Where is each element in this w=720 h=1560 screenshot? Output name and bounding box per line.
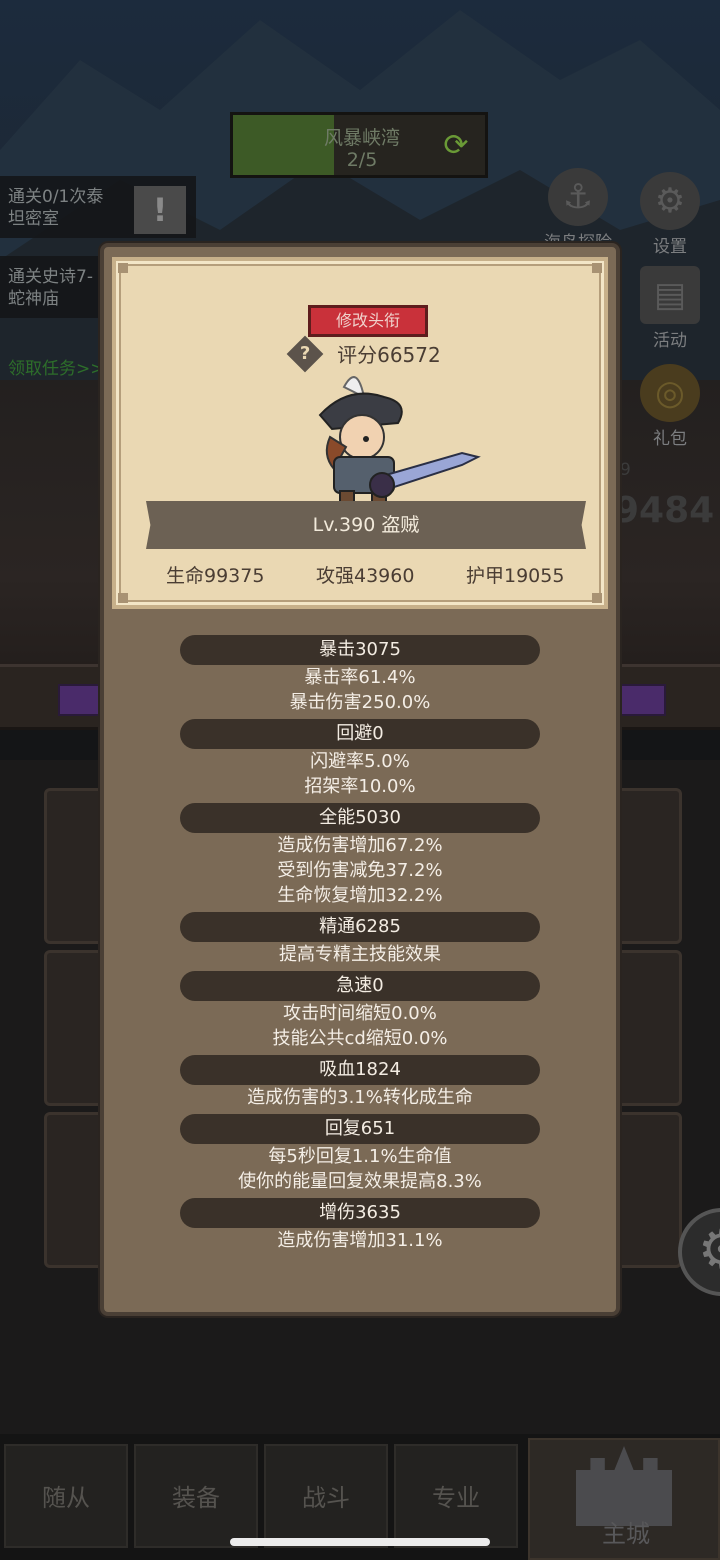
claim-quest-link[interactable]: 领取任务>>: [8, 354, 105, 379]
game-screen: 9 9484 风暴峡湾 2/5 ⟳ 通关0/1次泰 坦密室 ! 通关史诗7- 蛇…: [0, 0, 720, 1560]
nav-main-city-label: 主城: [602, 1520, 650, 1548]
nav-battle[interactable]: 战斗: [264, 1444, 388, 1548]
help-symbol: ?: [299, 342, 311, 364]
attribute-detail: 技能公共cd缩短0.0%: [272, 1028, 448, 1049]
attribute-detail: 暴击伤害250.0%: [289, 692, 431, 713]
attribute-detail: 造成伤害增加67.2%: [277, 835, 443, 856]
attribute-header: 回复651: [180, 1114, 540, 1144]
stage-progress-box[interactable]: 风暴峡湾 2/5 ⟳: [230, 112, 488, 178]
scroll-icon: ▤: [640, 266, 700, 324]
gift-label: 礼包: [653, 429, 687, 449]
refresh-icon[interactable]: ⟳: [439, 129, 473, 163]
hp-stat: 生命99375: [166, 565, 265, 587]
island-adventure-button[interactable]: ⚓ 海岛探险: [532, 168, 624, 253]
exclamation-icon: !: [134, 186, 186, 234]
change-title-button[interactable]: 修改头衔: [308, 305, 428, 337]
attribute-header: 全能5030: [180, 803, 540, 833]
gear-icon: ⚙: [640, 172, 700, 230]
character-card: 修改头衔 ? 评分66572 Lv.390 盗贼 生命99375 攻强43960: [112, 257, 608, 609]
bg-power-number: 9484: [614, 490, 715, 531]
bg-small-number: 9: [620, 460, 631, 480]
character-stats-dialog: 修改头衔 ? 评分66572 Lv.390 盗贼 生命99375 攻强43960: [100, 243, 620, 1316]
attribute-detail: 造成伤害的3.1%转化成生命: [247, 1087, 473, 1108]
purple-bar-right: [616, 684, 666, 716]
level-class-banner: Lv.390 盗贼: [146, 501, 586, 549]
attribute-detail: 闪避率5.0%: [310, 751, 410, 772]
rogue-character-sprite: [318, 376, 481, 510]
card-corner: [592, 593, 602, 603]
nav-profession[interactable]: 专业: [394, 1444, 518, 1548]
attribute-detail: 暴击率61.4%: [304, 667, 416, 688]
attribute-header: 吸血1824: [180, 1055, 540, 1085]
nav-equipment[interactable]: 装备: [134, 1444, 258, 1548]
attribute-list: 暴击3075 暴击率61.4% 暴击伤害250.0% 回避0 闪避率5.0% 招架率10.…: [104, 631, 616, 1253]
attribute-header: 暴击3075: [180, 635, 540, 665]
attribute-detail: 每5秒回复1.1%生命值: [268, 1146, 452, 1167]
card-corner: [592, 263, 602, 273]
card-corner: [118, 263, 128, 273]
home-indicator[interactable]: [230, 1538, 490, 1546]
quest-card-1[interactable]: 通关0/1次泰 坦密室 !: [0, 176, 196, 238]
nav-followers[interactable]: 随从: [4, 1444, 128, 1548]
settings-button[interactable]: ⚙ 设置: [634, 172, 706, 257]
settings-label: 设置: [653, 237, 687, 257]
attribute-header: 急速0: [180, 971, 540, 1001]
gift-button[interactable]: ◎ 礼包: [634, 364, 706, 449]
attribute-detail: 攻击时间缩短0.0%: [283, 1003, 437, 1024]
activity-button[interactable]: ▤ 活动: [634, 266, 706, 351]
attribute-detail: 使你的能量回复效果提高8.3%: [238, 1171, 482, 1192]
attribute-detail: 造成伤害增加31.1%: [277, 1230, 443, 1251]
anchor-icon: ⚓: [548, 168, 608, 226]
attribute-header: 增伤3635: [180, 1198, 540, 1228]
attribute-detail: 提高专精主技能效果: [279, 944, 441, 965]
attack-power-stat: 攻强43960: [316, 565, 415, 587]
attribute-detail: 受到伤害减免37.2%: [277, 860, 443, 881]
armor-stat: 护甲19055: [466, 565, 565, 587]
activity-label: 活动: [653, 331, 687, 351]
attribute-detail: 招架率10.0%: [304, 776, 416, 797]
score-text: 评分66572: [337, 343, 441, 367]
card-corner: [118, 593, 128, 603]
attribute-detail: 生命恢复增加32.2%: [277, 885, 443, 906]
attribute-header: 精通6285: [180, 912, 540, 942]
attribute-header: 回避0: [180, 719, 540, 749]
gift-icon: ◎: [640, 364, 700, 422]
nav-main-city[interactable]: 主城: [528, 1438, 720, 1560]
